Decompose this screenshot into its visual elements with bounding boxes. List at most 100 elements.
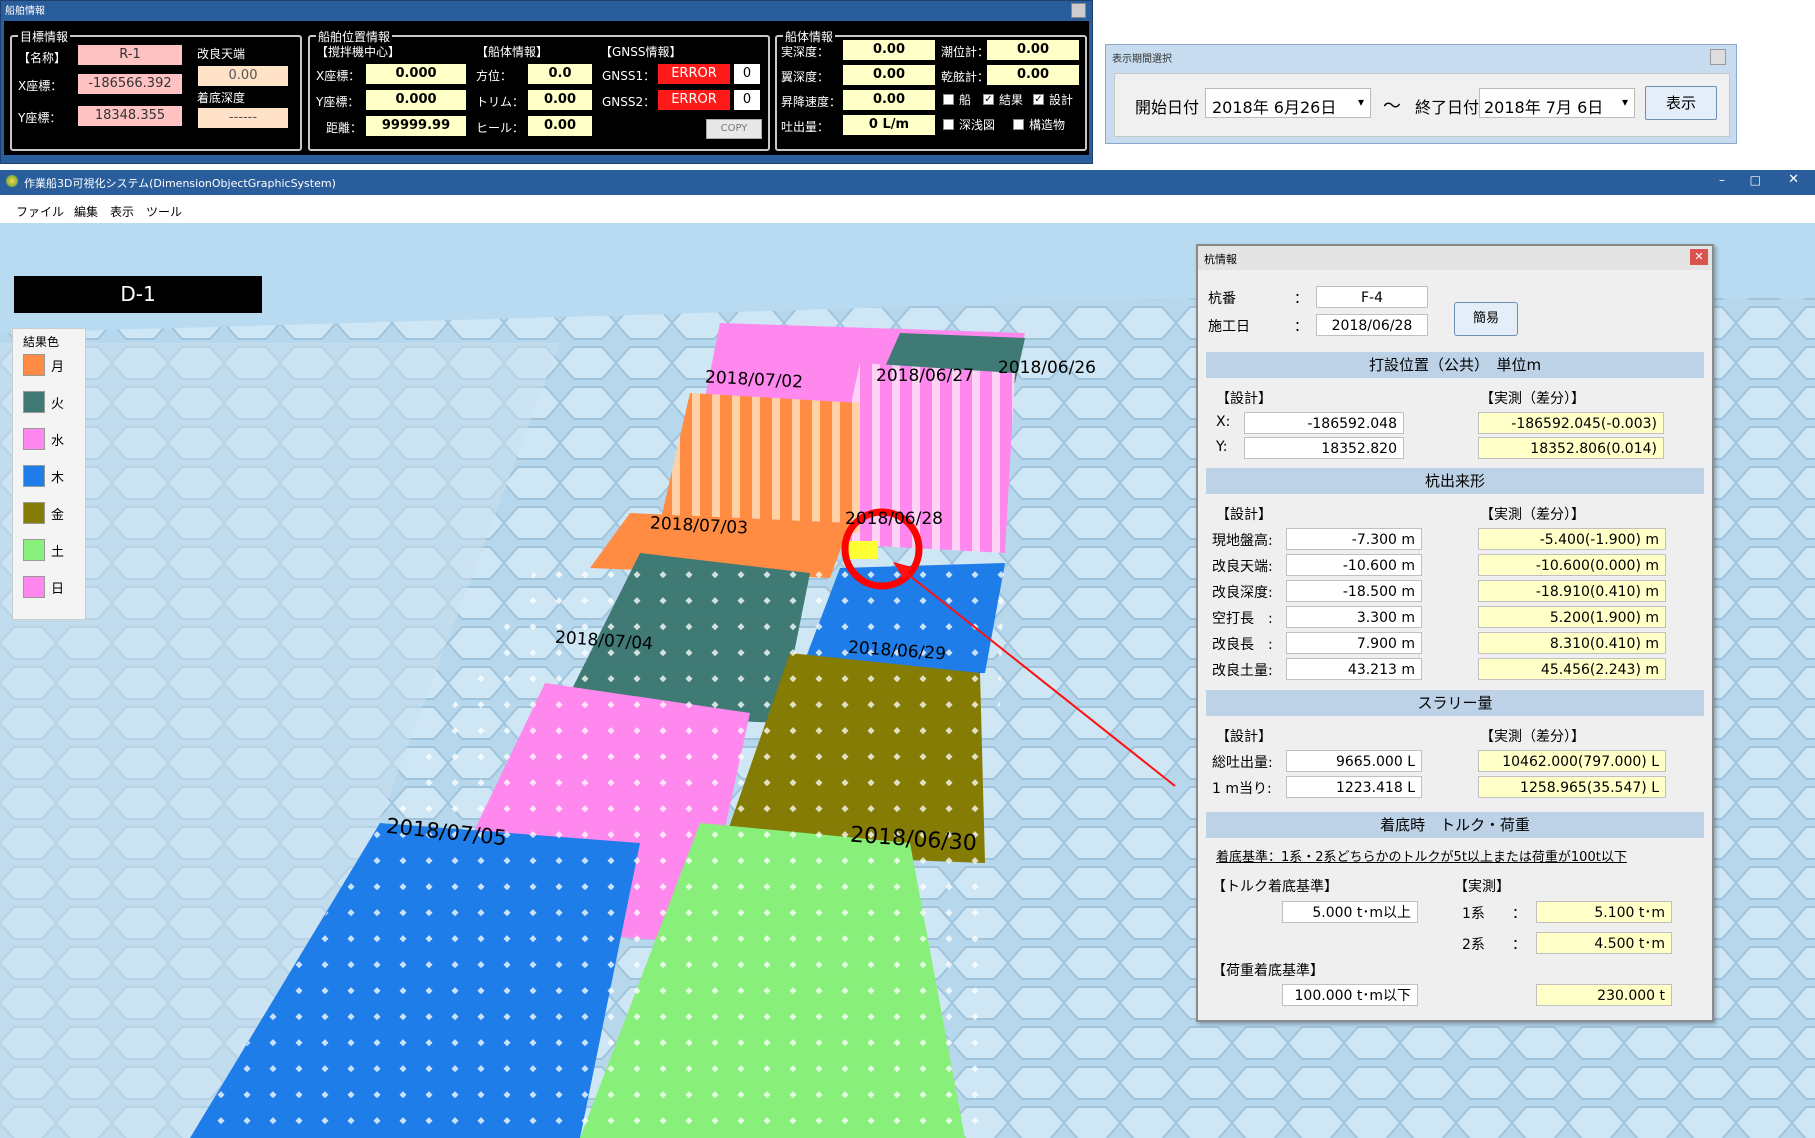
date-window-title: 表示期間選択 <box>1112 54 1172 65</box>
close-icon[interactable]: ✕ <box>1788 172 1799 187</box>
design-heading: 【設計】 <box>1216 507 1272 523</box>
section-landing: 着底時 トルク・荷重 <box>1206 812 1704 838</box>
load-actual-field: 230.000 t <box>1536 984 1672 1006</box>
minimize-icon[interactable]: – <box>1719 173 1725 187</box>
shape-row-actual: 5.200(1.900) m <box>1478 606 1666 628</box>
pos-y-field: 0.000 <box>366 90 466 110</box>
name-label: 【名称】 <box>18 51 67 65</box>
maximize-icon[interactable]: □ <box>1750 173 1761 187</box>
checkbox-ship[interactable] <box>943 94 954 105</box>
show-button[interactable]: 表示 <box>1645 86 1717 120</box>
colon: ： <box>1294 291 1308 307</box>
shape-row-label: 空打長 : <box>1212 611 1273 627</box>
sub-agitator: 【撹拌機中心】 <box>316 45 401 59</box>
menu-view[interactable]: 表示 <box>110 203 134 220</box>
flow-field: 0 L/m <box>843 115 935 135</box>
x-actual-field: -186592.045(-0.003) <box>1478 412 1664 434</box>
end-date-picker[interactable]: 2018年 7月 6日 ▾ <box>1479 88 1635 118</box>
system2-torque-field: 4.500 t･m <box>1536 932 1672 954</box>
shape-row-label: 現地盤高: <box>1212 533 1273 549</box>
pile-info-panel: 杭情報 ✕ 杭番 ： F-4 施工日 ： 2018/06/28 簡易 打設位置（… <box>1196 244 1714 1022</box>
y-label: Y: <box>1216 439 1228 455</box>
heel-field: 0.00 <box>528 116 592 136</box>
actual-heading: 【実測（差分）】 <box>1480 507 1585 523</box>
shape-row-label: 改良土量: <box>1212 663 1273 679</box>
main-title-bar: 作業船3D可視化システム(DimensionObjectGraphicSyste… <box>0 170 1815 195</box>
close-icon[interactable] <box>1710 49 1726 65</box>
ship-info-window: 船舶情報 目標情報 【名称】 R-1 X座標： -186566.392 Y座標：… <box>0 0 1093 164</box>
date-range-window: 表示期間選択 開始日付 2018年 6月26日 ▾ 〜 終了日付 2018年 7… <box>1105 44 1737 144</box>
checkbox-ship-label: 船 <box>959 93 972 107</box>
legend-swatch <box>23 465 45 487</box>
colon: ： <box>1512 937 1526 953</box>
pile-panel-title: 杭情報 <box>1204 253 1237 266</box>
menu-edit[interactable]: 編集 <box>74 203 98 220</box>
colon: ： <box>1512 906 1526 922</box>
checkbox-result-label: 結果 <box>999 93 1024 107</box>
pile-panel-titlebar: 杭情報 ✕ <box>1198 246 1712 270</box>
chakutei-field: ------ <box>198 108 288 128</box>
legend-label: 月 <box>51 360 65 375</box>
pile-no-label: 杭番 <box>1208 291 1236 307</box>
shape-row-actual: 45.456(2.243) m <box>1478 658 1666 680</box>
legend-swatch <box>23 539 45 561</box>
date-label-0627: 2018/06/27 <box>876 366 974 386</box>
color-legend: 結果色 月火水木金土日 <box>12 328 86 620</box>
construction-date-label: 施工日 <box>1208 319 1250 335</box>
date-label-0628: 2018/06/28 <box>845 509 943 529</box>
shape-row-design: -18.500 m <box>1286 580 1422 602</box>
gnss1-status: ERROR <box>658 64 730 84</box>
gnss1-label: GNSS1： <box>602 69 656 83</box>
legend-label: 火 <box>51 397 65 412</box>
close-icon[interactable]: ✕ <box>1690 249 1708 265</box>
flow-label: 吐出量： <box>781 120 830 134</box>
name-field: R-1 <box>78 45 182 65</box>
target-group-title: 目標情報 <box>18 28 71 45</box>
wing-depth-field: 0.00 <box>843 65 935 85</box>
simple-button[interactable]: 簡易 <box>1454 302 1518 336</box>
checkbox-result[interactable]: ✓ <box>983 94 994 105</box>
checkbox-structure[interactable] <box>1013 119 1024 130</box>
target-y-field: 18348.355 <box>78 106 182 126</box>
legend-title: 結果色 <box>23 335 60 349</box>
shape-row-actual: 8.310(0.410) m <box>1478 632 1666 654</box>
pos-y-label: Y座標： <box>316 95 360 109</box>
section-pile-shape: 杭出来形 <box>1206 468 1704 494</box>
system2-label: 2系 <box>1462 937 1485 953</box>
freeboard-field: 0.00 <box>987 65 1079 85</box>
actual-heading: 【実測（差分）】 <box>1480 729 1585 745</box>
x-label: X: <box>1216 414 1231 430</box>
houi-field: 0.0 <box>528 64 592 84</box>
close-icon[interactable] <box>1071 3 1086 18</box>
shape-row-design: 3.300 m <box>1286 606 1422 628</box>
slurry-row-label: 総吐出量: <box>1212 755 1273 771</box>
checkbox-design[interactable]: ✓ <box>1033 94 1044 105</box>
block-0703-tall <box>660 393 860 533</box>
menu-bar: ファイル 編集 表示 ツール <box>0 195 1815 223</box>
ship-info-body: 目標情報 【名称】 R-1 X座標： -186566.392 Y座標： 1834… <box>4 21 1089 155</box>
legend-swatch <box>23 576 45 598</box>
checkbox-depthmap[interactable] <box>943 119 954 130</box>
legend-swatch <box>23 428 45 450</box>
ship-window-title: 船舶情報 <box>5 6 45 17</box>
shape-row-design: -7.300 m <box>1286 528 1422 550</box>
landing-criteria: 着底基準：1系・2系どちらかのトルクが5t以上または荷重が100t以下 <box>1216 850 1627 865</box>
menu-file[interactable]: ファイル <box>16 203 64 220</box>
menu-tools[interactable]: ツール <box>146 203 182 220</box>
copy-button[interactable]: COPY <box>706 119 762 139</box>
calendar-dropdown-icon[interactable]: ▾ <box>1358 95 1364 109</box>
colon: ： <box>1294 319 1308 335</box>
shape-row-label: 改良長 : <box>1212 637 1273 653</box>
torque-design-field: 5.000 t･m以上 <box>1282 901 1418 923</box>
system1-torque-field: 5.100 t･m <box>1536 901 1672 923</box>
speed-field: 0.00 <box>843 90 935 110</box>
shape-row-label: 改良深度: <box>1212 585 1273 601</box>
calendar-dropdown-icon[interactable]: ▾ <box>1622 95 1628 109</box>
start-date-picker[interactable]: 2018年 6月26日 ▾ <box>1205 88 1371 118</box>
start-date-label: 開始日付 <box>1135 98 1200 117</box>
position-group: 船舶位置情報 【撹拌機中心】 【船体情報】 【GNSS情報】 X座標： 0.00… <box>308 28 770 151</box>
legend-label: 日 <box>51 582 65 597</box>
houi-label: 方位： <box>476 69 513 83</box>
heel-label: ヒール： <box>476 121 525 135</box>
shape-row-actual: -10.600(0.000) m <box>1478 554 1666 576</box>
